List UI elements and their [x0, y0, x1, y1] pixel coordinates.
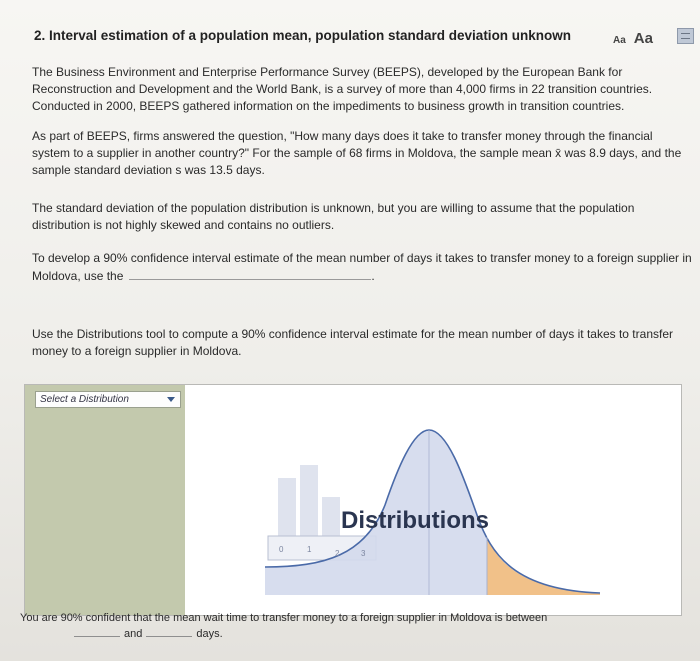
method-question-period: .: [371, 269, 375, 283]
method-dropdown-blank[interactable]: [129, 267, 372, 280]
confidence-interval-answer: You are 90% confident that the mean wait…: [20, 610, 700, 642]
font-decrease-button[interactable]: Aa: [613, 35, 626, 46]
placeholder-bar: [300, 465, 318, 546]
answer-days-text: days.: [196, 628, 223, 640]
distributions-watermark: Distributions: [341, 507, 489, 534]
lower-bound-input[interactable]: [74, 626, 120, 637]
font-size-controls: Aa Aa: [613, 30, 653, 47]
paragraph-tool-instruction: Use the Distributions tool to compute a …: [32, 327, 673, 358]
axis-tick-label: 3: [361, 549, 366, 558]
upper-bound-input[interactable]: [146, 626, 193, 637]
axis-tick-label: 2: [335, 549, 340, 558]
document-icon[interactable]: [677, 28, 694, 44]
paragraph-method-question: To develop a 90% confidence interval est…: [32, 250, 692, 285]
axis-tick-label: 0: [279, 545, 284, 554]
answer-sentence: You are 90% confident that the mean wait…: [20, 612, 548, 624]
answer-blanks-row: and days.: [20, 626, 700, 642]
paragraph-beeps-intro: The Business Environment and Enterprise …: [32, 65, 653, 113]
font-increase-button[interactable]: Aa: [634, 30, 653, 47]
question-page: 2. Interval estimation of a population m…: [0, 0, 700, 661]
paragraph-sample-info: As part of BEEPS, firms answered the que…: [32, 129, 682, 177]
placeholder-tail-area: [487, 537, 600, 595]
answer-and-text: and: [124, 628, 143, 640]
axis-tick-label: 1: [307, 545, 312, 554]
distributions-placeholder-graphic: 0 1 2 3 Distributions: [264, 429, 601, 595]
distributions-tool-panel[interactable]: Select a Distribution 0 1 2 3 Distributi…: [24, 384, 682, 616]
paragraph-assumption: The standard deviation of the population…: [32, 201, 635, 232]
question-title: 2. Interval estimation of a population m…: [34, 28, 572, 43]
